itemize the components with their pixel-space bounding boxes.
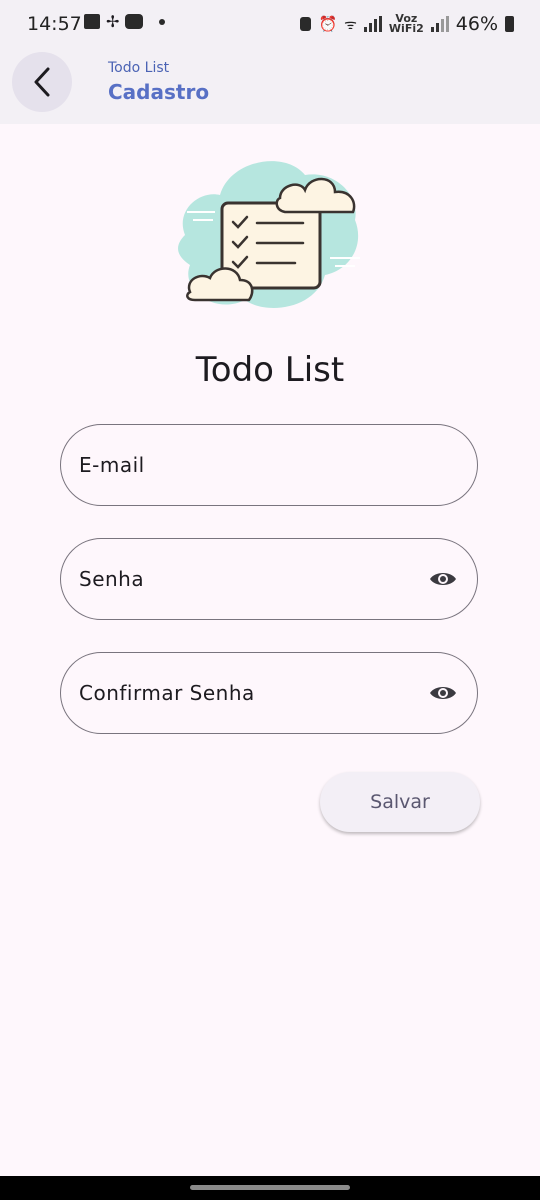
fan-icon: ✢ (106, 12, 120, 31)
save-button[interactable]: Salvar (320, 772, 480, 832)
more-notifications-dot (159, 18, 166, 25)
signal-icon (363, 16, 382, 32)
back-button[interactable] (12, 52, 72, 112)
lock-icon (300, 17, 312, 31)
youtube-icon (125, 14, 144, 29)
header-overline: Todo List (108, 60, 170, 76)
app-header: Todo List Cadastro (0, 50, 540, 124)
password-visibility-toggle[interactable] (429, 569, 457, 589)
status-bar: 14:57 ✢ ⏰ ᯤ Voz WiFi2 46% (0, 0, 540, 50)
confirm-password-visibility-toggle[interactable] (429, 683, 457, 703)
signal-icon-2 (430, 16, 449, 32)
alarm-icon: ⏰ (318, 15, 338, 33)
vowifi-label: Voz WiFi2 (388, 13, 424, 35)
status-right: ⏰ ᯤ Voz WiFi2 46% (300, 13, 514, 35)
gallery-icon (84, 14, 100, 29)
eye-icon (430, 687, 456, 699)
password-input[interactable] (61, 539, 429, 619)
confirm-password-field[interactable] (60, 652, 478, 734)
navigation-bar (0, 1176, 540, 1200)
checklist-clouds-icon (178, 161, 360, 308)
chevron-left-icon (34, 67, 50, 97)
home-indicator[interactable] (190, 1185, 350, 1190)
email-field[interactable] (60, 424, 478, 506)
notification-icons: ✢ (84, 12, 166, 31)
todo-list-illustration (175, 150, 365, 320)
wifi-icon: ᯤ (344, 16, 357, 33)
battery-percent: 46% (455, 13, 498, 35)
page-title: Cadastro (108, 80, 210, 104)
battery-icon (505, 16, 514, 32)
password-field[interactable] (60, 538, 478, 620)
status-time: 14:57 (27, 13, 82, 35)
eye-icon (430, 573, 456, 585)
vowifi-label-bottom: WiFi2 (388, 22, 424, 35)
app-title: Todo List (195, 350, 345, 390)
confirm-password-input[interactable] (61, 653, 429, 733)
email-input[interactable] (61, 425, 477, 505)
